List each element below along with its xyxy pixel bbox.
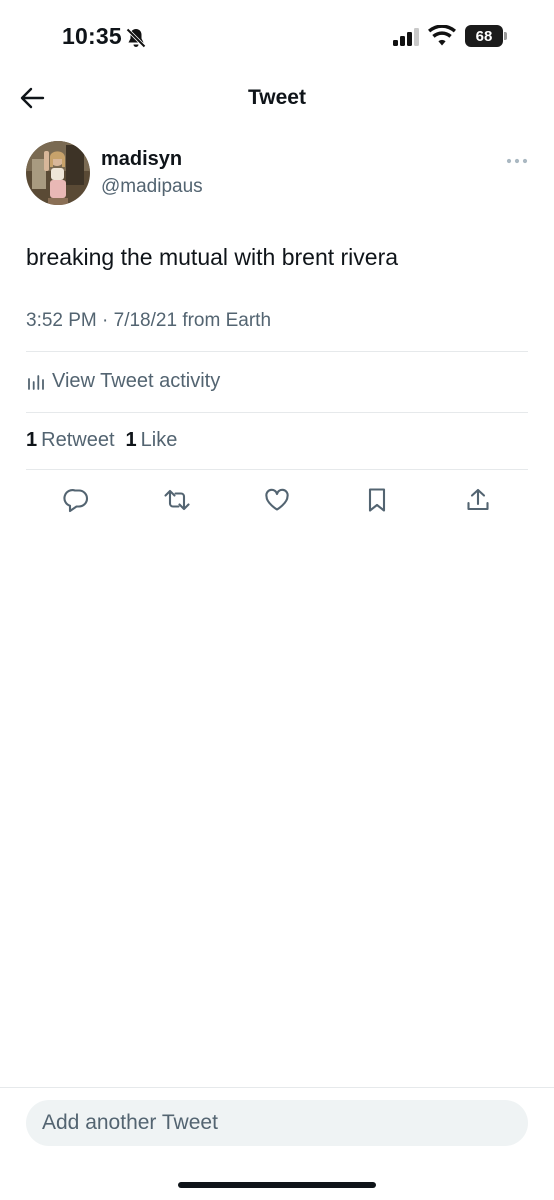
tweet-action-bar [0,484,554,516]
like-label: Like [140,429,178,451]
bell-muted-icon [126,28,146,48]
user-handle[interactable]: @madipaus [101,176,203,198]
share-icon[interactable] [464,486,492,514]
like-count: 1 [125,429,137,451]
home-indicator[interactable] [178,1182,376,1188]
activity-label: View Tweet activity [52,369,221,392]
status-time: 10:35 [62,23,122,49]
retweet-label: Retweet [41,429,115,451]
display-name[interactable]: madisyn [101,148,182,171]
divider [26,412,528,413]
add-another-tweet-input[interactable]: Add another Tweet [26,1100,528,1146]
status-bar: 10:35 68 [0,0,554,76]
tweet-timestamp: 3:52 PM · 7/18/21 from Earth [26,310,272,331]
wifi-icon [428,25,456,46]
reply-icon[interactable] [63,486,91,514]
composer-placeholder: Add another Tweet [42,1111,218,1134]
like-icon[interactable] [263,486,291,514]
tweet-text: breaking the mutual with brent rivera [26,244,399,270]
retweet-icon[interactable] [163,486,191,514]
divider [26,351,528,352]
analytics-icon [28,375,44,390]
battery-tip [504,32,507,40]
tweet-detail-screen: 10:35 68 Tweet madisyn @madipaus breakin… [0,0,554,1200]
retweets-stat[interactable]: 1 Retweet [26,429,115,452]
divider [0,1087,554,1088]
signal-icon [393,28,419,46]
more-options-icon[interactable] [505,151,529,171]
battery-level: 68 [475,27,493,45]
page-title: Tweet [248,86,306,109]
retweet-count: 1 [26,429,38,451]
bookmark-icon[interactable] [363,486,391,514]
view-tweet-activity-button[interactable]: View Tweet activity [26,366,220,396]
divider [26,469,528,470]
tweet-stats: 1 Retweet 1 Like [26,429,188,452]
likes-stat[interactable]: 1 Like [126,429,178,452]
nav-bar: Tweet [0,76,554,122]
avatar-photo [26,141,90,205]
battery-icon: 68 [465,25,503,47]
avatar[interactable] [26,141,90,205]
